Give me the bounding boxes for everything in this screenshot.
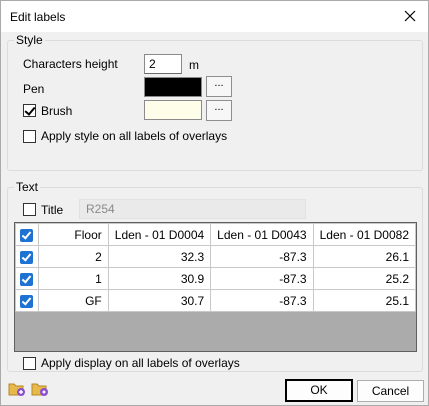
table-cell[interactable]: 25.2: [312, 267, 416, 290]
characters-height-label: Characters height: [23, 57, 118, 71]
title-bar: Edit labels: [1, 1, 428, 32]
row-checkbox[interactable]: [15, 267, 39, 290]
pen-color-button[interactable]: ...: [206, 76, 232, 97]
text-group-label: Text: [14, 180, 41, 194]
row-checkbox[interactable]: [15, 289, 39, 312]
apply-style-checkbox[interactable]: [23, 130, 36, 143]
import-labels-button[interactable]: [8, 381, 26, 397]
title-input[interactable]: R254: [79, 199, 306, 219]
table-cell[interactable]: 1: [37, 267, 109, 290]
brush-label: Brush: [41, 104, 73, 118]
title-checkbox[interactable]: [23, 203, 36, 216]
checkbox-checked-icon: [20, 250, 34, 264]
ok-button[interactable]: OK: [285, 379, 353, 402]
table-cell[interactable]: 2: [37, 245, 109, 268]
cancel-button[interactable]: Cancel: [357, 380, 424, 402]
table-cell[interactable]: -87.3: [210, 289, 314, 312]
brush-checkbox[interactable]: [23, 104, 36, 117]
folder-settings-icon: [31, 383, 48, 396]
column-header[interactable]: Floor: [37, 223, 109, 246]
edit-labels-dialog: Edit labels Style Characters height 2 m …: [0, 0, 429, 406]
unit-label: m: [189, 58, 199, 72]
apply-style-label: Apply style on all labels of overlays: [41, 129, 228, 143]
table-cell[interactable]: -87.3: [210, 245, 314, 268]
checkbox-checked-icon: [20, 294, 34, 308]
style-group-label: Style: [14, 33, 45, 47]
pen-color-swatch[interactable]: [144, 77, 202, 97]
checkbox-checked-icon: [20, 228, 34, 242]
export-labels-button[interactable]: [31, 381, 49, 397]
table-cell[interactable]: -87.3: [210, 267, 314, 290]
labels-table: Floor Lden - 01 D0004 Lden - 01 D0043 Ld…: [15, 223, 416, 312]
brush-color-swatch[interactable]: [144, 100, 202, 120]
dialog-title: Edit labels: [10, 10, 66, 24]
row-checkbox[interactable]: [15, 245, 39, 268]
table-row: 2 32.3 -87.3 26.1: [15, 245, 416, 268]
select-all-checkbox[interactable]: [15, 223, 39, 246]
brush-color-button[interactable]: ...: [206, 100, 232, 121]
pen-label: Pen: [23, 82, 45, 96]
table-row: GF 30.7 -87.3 25.1: [15, 289, 416, 312]
apply-display-checkbox[interactable]: [23, 357, 36, 370]
table-row: 1 30.9 -87.3 25.2: [15, 267, 416, 290]
column-header[interactable]: Lden - 01 D0043: [210, 223, 314, 246]
table-cell[interactable]: 32.3: [107, 245, 212, 268]
column-header[interactable]: Lden - 01 D0082: [312, 223, 416, 246]
folder-add-icon: [8, 383, 25, 396]
apply-display-label: Apply display on all labels of overlays: [41, 356, 240, 370]
characters-height-input[interactable]: 2: [144, 54, 182, 74]
table-cell[interactable]: 25.1: [312, 289, 416, 312]
checkbox-checked-icon: [20, 272, 34, 286]
table-cell[interactable]: 30.7: [107, 289, 212, 312]
table-cell[interactable]: 26.1: [312, 245, 416, 268]
column-header[interactable]: Lden - 01 D0004: [107, 223, 212, 246]
table-cell[interactable]: 30.9: [107, 267, 212, 290]
close-icon: [404, 10, 416, 22]
labels-grid: Floor Lden - 01 D0004 Lden - 01 D0043 Ld…: [14, 222, 417, 352]
title-label: Title: [41, 203, 64, 217]
close-button[interactable]: [396, 3, 424, 29]
table-cell[interactable]: GF: [37, 289, 109, 312]
header-row: Floor Lden - 01 D0004 Lden - 01 D0043 Ld…: [15, 223, 416, 246]
